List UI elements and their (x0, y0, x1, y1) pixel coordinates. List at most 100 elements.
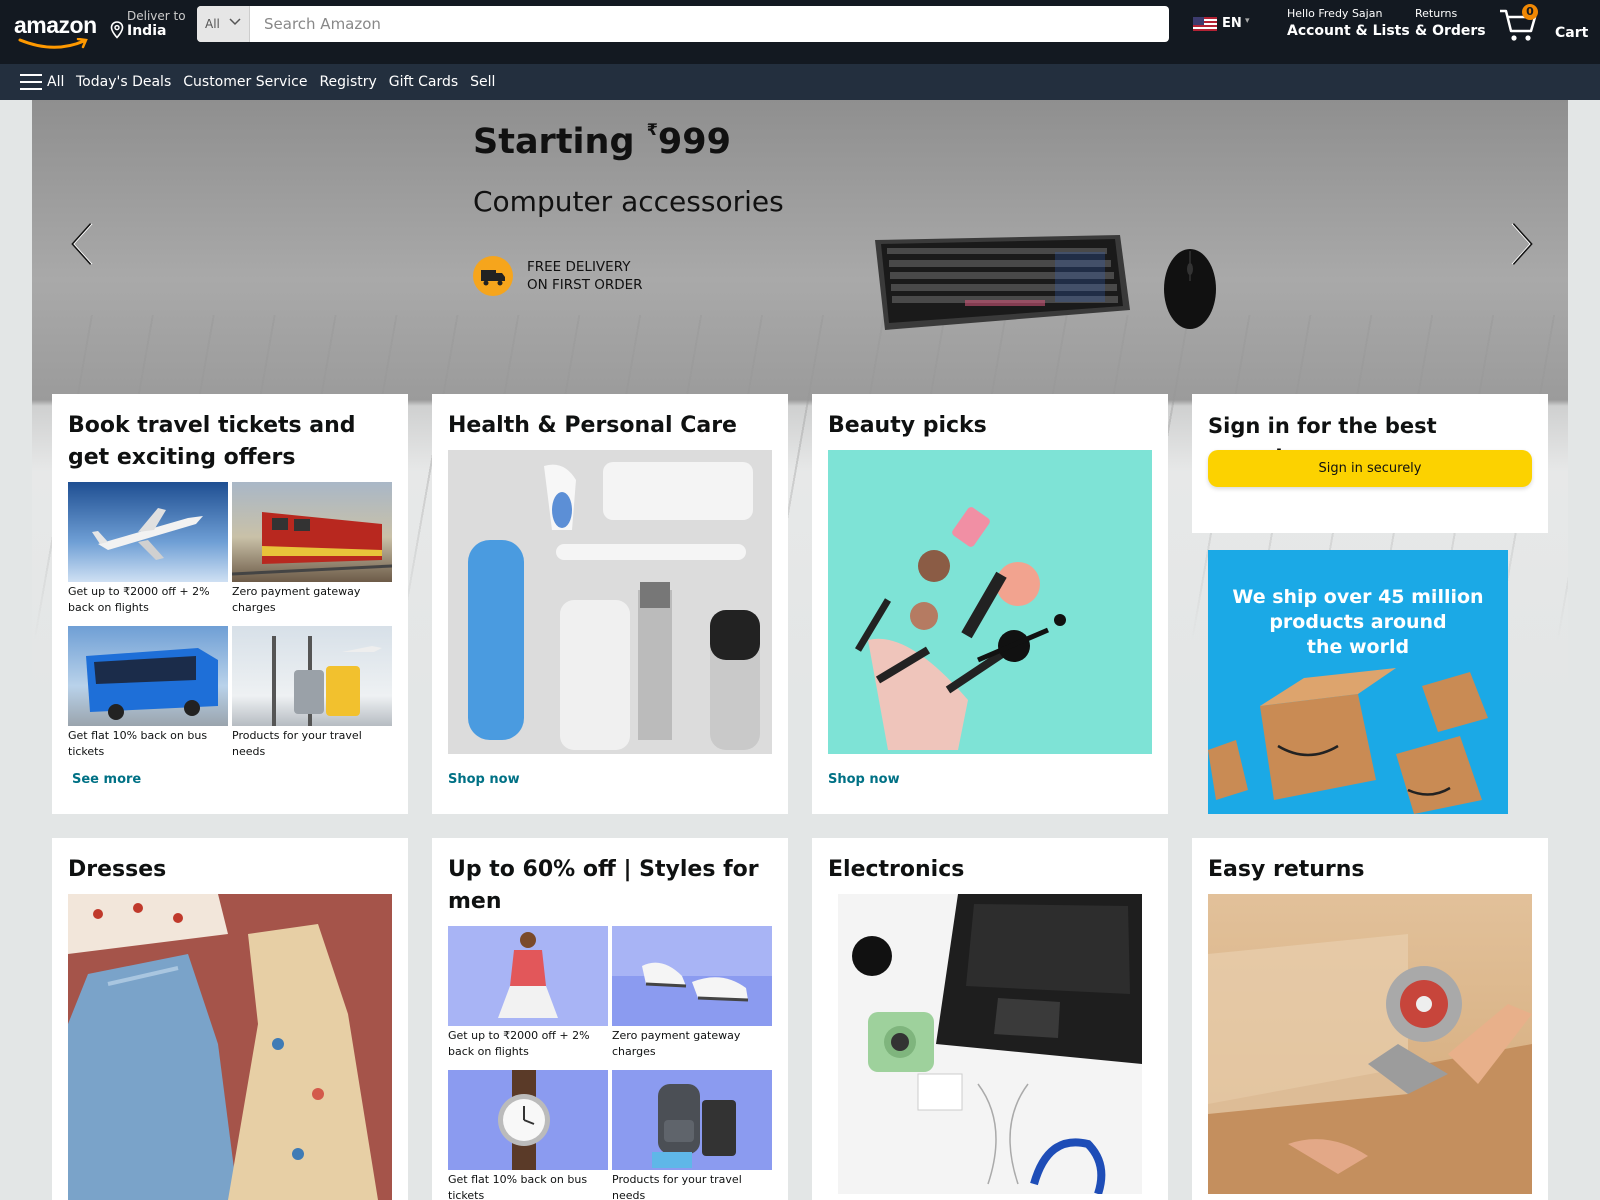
nav-link-customer-service[interactable]: Customer Service (183, 74, 307, 90)
mouse-image (1164, 249, 1216, 329)
men-tile-1[interactable]: Get up to ₹2000 off + 2% back on flights (448, 926, 608, 1060)
airplane-icon (68, 482, 228, 582)
men-tile-caption: Zero payment gateway charges (612, 1029, 741, 1058)
search-category-value: All (205, 17, 220, 31)
nav-link-registry[interactable]: Registry (319, 74, 376, 90)
language-code: EN (1222, 16, 1242, 31)
sneakers-icon (612, 926, 772, 1026)
language-selector[interactable]: EN ▾ (1193, 14, 1257, 36)
health-products-image[interactable] (448, 450, 772, 754)
travel-tile-gateway[interactable]: Zero payment gateway charges (232, 482, 392, 616)
hero-headline: Starting ₹999 (473, 120, 731, 162)
logo-text: amazon (14, 12, 97, 38)
returns-label: Returns (1415, 7, 1458, 20)
travel-tile-products[interactable]: Products for your travel needs (232, 626, 392, 760)
location-pin-icon (110, 21, 124, 39)
hero-currency: ₹ (646, 120, 658, 139)
nav-link-sell[interactable]: Sell (470, 74, 495, 90)
travel-tile-bus[interactable]: Get flat 10% back on bus tickets (68, 626, 228, 760)
card-health: Health & Personal Care Shop now (432, 394, 788, 814)
sub-navbar: All Today's Deals Customer Service Regis… (0, 64, 1600, 100)
chevron-left-icon (71, 222, 93, 265)
travel-tile-caption: Get flat 10% back on bus tickets (68, 729, 208, 758)
card-beauty-title: Beauty picks (828, 413, 987, 438)
card-dresses: Dresses (52, 838, 408, 1200)
beauty-products-image[interactable] (828, 450, 1152, 754)
card-health-title: Health & Personal Care (448, 413, 737, 438)
travel-tile-caption: Zero payment gateway charges (232, 585, 361, 614)
beauty-shop-now-link[interactable]: Shop now (828, 772, 900, 787)
account-greeting: Hello Fredy Sajan (1287, 7, 1383, 20)
deliver-country: India (127, 23, 167, 39)
luggage-icon (232, 626, 392, 726)
card-dresses-title: Dresses (68, 857, 167, 882)
delivery-line2: ON FIRST ORDER (527, 277, 643, 293)
search-category-select[interactable]: All (197, 6, 250, 42)
hero-headline-prefix: Starting (473, 122, 635, 162)
card-signin: Sign in for the best experience Sign in … (1192, 394, 1548, 533)
nav-all[interactable]: All (47, 74, 64, 90)
deliver-to[interactable]: Deliver to India (110, 9, 190, 49)
travel-tile-caption: Products for your travel needs (232, 729, 362, 758)
chevron-right-icon (1511, 222, 1533, 265)
free-delivery-badge: FREE DELIVERY ON FIRST ORDER (473, 256, 663, 300)
men-tile-3[interactable]: Get flat 10% back on bus tickets (448, 1070, 608, 1200)
cart-label: Cart (1555, 25, 1589, 41)
men-tile-4[interactable]: Products for your travel needs (612, 1070, 772, 1200)
card-men-title: Up to 60% off | Styles for men (448, 857, 759, 914)
truck-icon (473, 256, 513, 296)
chevron-down-icon (229, 18, 241, 26)
top-navbar: amazon Deliver to India All EN ▾ (0, 0, 1600, 64)
card-men-styles: Up to 60% off | Styles for men Get up to… (432, 838, 788, 1200)
card-easy-returns: Easy returns (1192, 838, 1548, 1200)
card-travel-title: Book travel tickets and get exciting off… (68, 413, 356, 470)
men-tile-caption: Get up to ₹2000 off + 2% back on flights (448, 1029, 590, 1058)
dresses-image[interactable] (68, 894, 392, 1200)
search-bar: All (197, 6, 1169, 42)
backpack-icon (612, 1070, 772, 1170)
card-electronics-title: Electronics (828, 857, 965, 882)
card-beauty: Beauty picks Shop now (812, 394, 1168, 814)
us-flag-icon (1193, 17, 1217, 31)
men-tile-caption: Get flat 10% back on bus tickets (448, 1173, 588, 1200)
travel-tile-flights[interactable]: Get up to ₹2000 off + 2% back on flights (68, 482, 228, 616)
boxes-icon (1208, 668, 1488, 814)
watch-icon (448, 1070, 608, 1170)
search-input[interactable] (250, 6, 1118, 42)
keyboard-image (875, 235, 1130, 330)
account-label: Account & Lists (1287, 23, 1410, 39)
cart[interactable]: 0 Cart (1499, 4, 1589, 48)
train-icon (232, 482, 392, 582)
deliver-label: Deliver to (127, 9, 186, 23)
carousel-prev-button[interactable] (62, 220, 102, 270)
shipping-ad-banner[interactable]: We ship over 45 million products around … (1208, 550, 1508, 814)
amazon-logo[interactable]: amazon (14, 8, 100, 52)
card-returns-title: Easy returns (1208, 857, 1365, 882)
cart-count-badge: 0 (1522, 4, 1538, 20)
see-more-link[interactable]: See more (72, 772, 141, 787)
nav-link-todays-deals[interactable]: Today's Deals (76, 74, 171, 90)
shirt-model-icon (448, 926, 608, 1026)
health-shop-now-link[interactable]: Shop now (448, 772, 520, 787)
carousel-next-button[interactable] (1502, 220, 1542, 270)
bus-icon (68, 626, 228, 726)
card-electronics: Electronics (812, 838, 1168, 1200)
sign-in-button[interactable]: Sign in securely (1208, 450, 1532, 487)
travel-tile-caption: Get up to ₹2000 off + 2% back on flights (68, 585, 210, 614)
hero-price: 999 (657, 122, 731, 162)
returns-orders[interactable]: Returns & Orders (1415, 7, 1486, 47)
men-tile-caption: Products for your travel needs (612, 1173, 742, 1200)
hero-subtitle: Computer accessories (473, 185, 784, 218)
easy-returns-image[interactable] (1208, 894, 1532, 1194)
travel-tiles: Get up to ₹2000 off + 2% back on flights… (68, 482, 392, 760)
caret-down-icon: ▾ (1245, 16, 1250, 26)
smile-arrow-icon (18, 38, 88, 49)
men-tile-2[interactable]: Zero payment gateway charges (612, 926, 772, 1060)
nav-links: Today's Deals Customer Service Registry … (76, 74, 495, 90)
card-travel: Book travel tickets and get exciting off… (52, 394, 408, 814)
account-lists[interactable]: Hello Fredy Sajan Account & Lists (1287, 7, 1410, 47)
men-tiles: Get up to ₹2000 off + 2% back on flights… (448, 926, 772, 1200)
hamburger-menu-icon[interactable] (20, 74, 42, 90)
electronics-image[interactable] (838, 894, 1142, 1194)
nav-link-gift-cards[interactable]: Gift Cards (389, 74, 458, 90)
